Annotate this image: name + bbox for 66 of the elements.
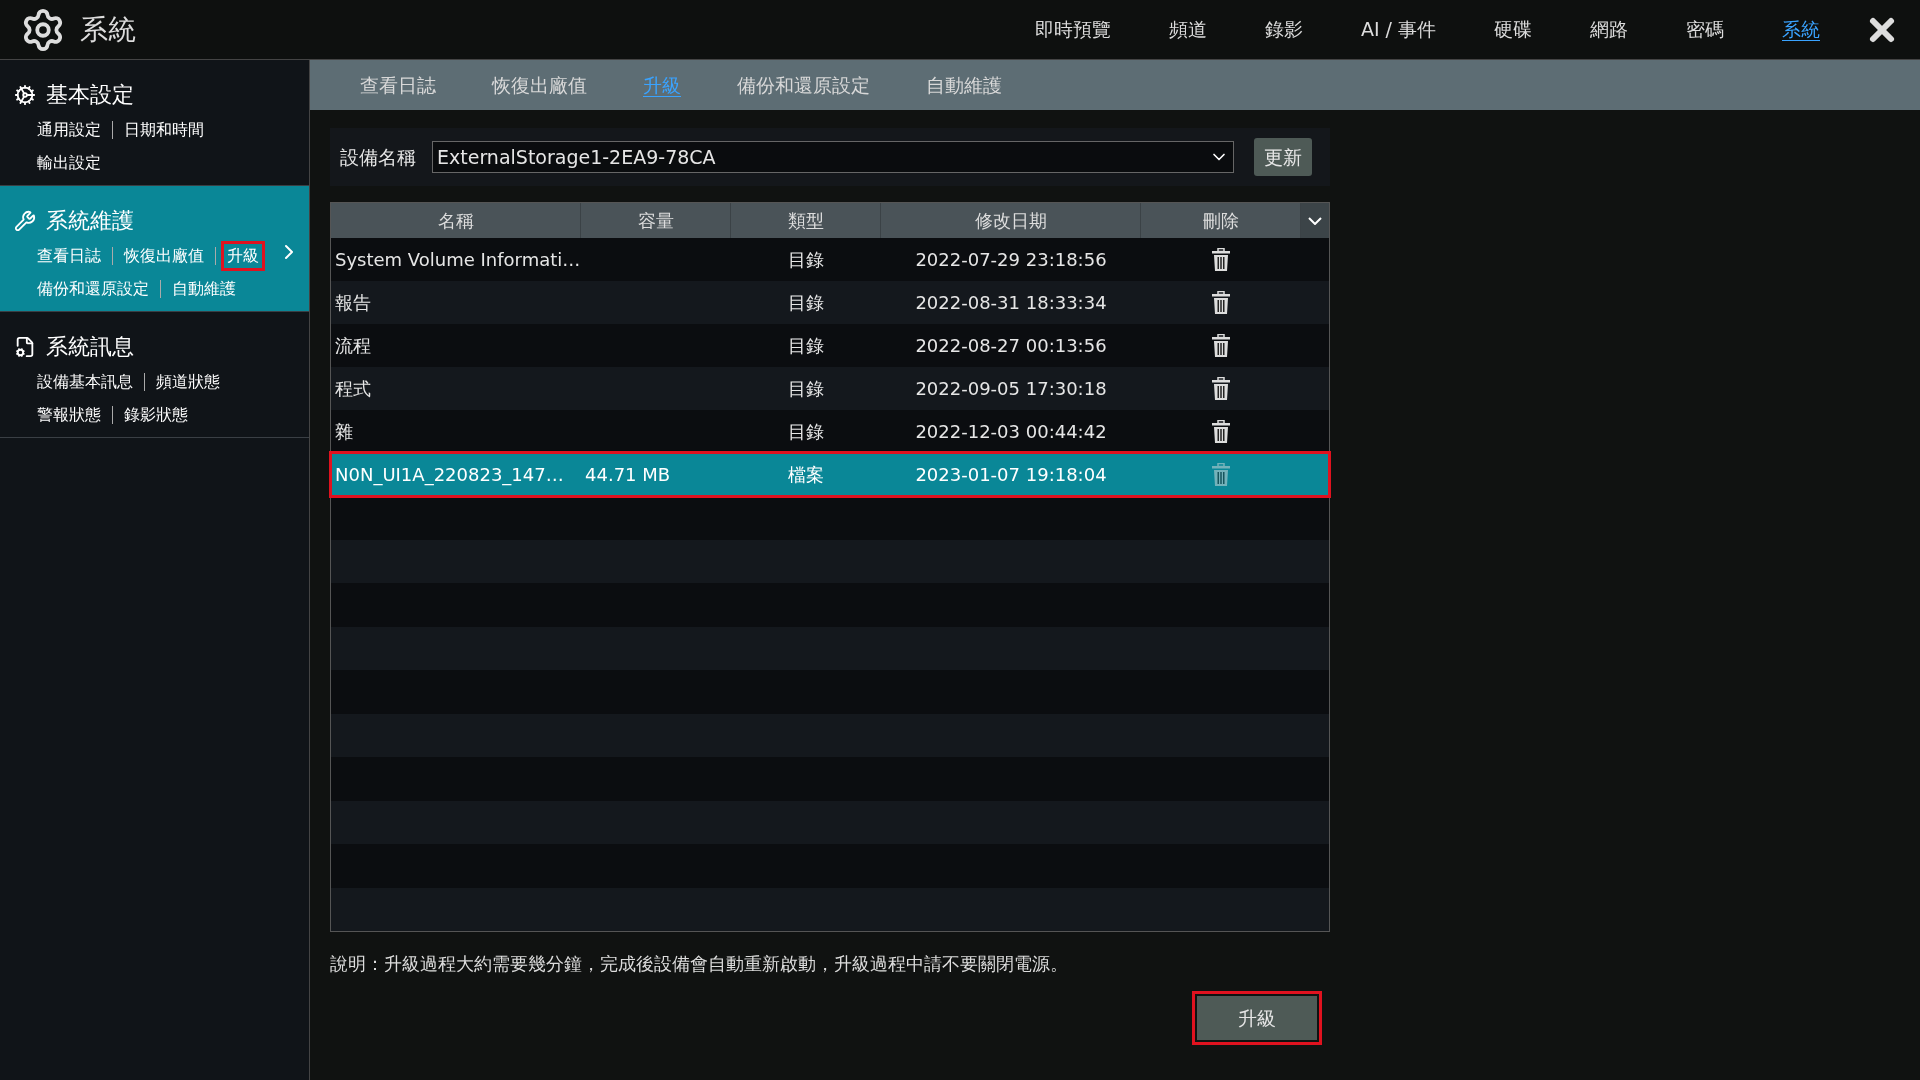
nav-tab[interactable]: 網路 [1586,15,1632,44]
sidebar-link[interactable]: 警報狀態 [34,403,104,427]
section-title: 系統維護 [46,207,134,235]
sidebar-link[interactable]: 通用設定 [34,118,104,142]
file-size: 44.71 MB [585,464,671,485]
table-row[interactable]: 程式 目錄 2022-09-05 17:30:18 [331,367,1329,410]
file-type: 目錄 [788,335,824,356]
nav-tab[interactable]: 系統 [1778,15,1824,44]
trash-icon[interactable] [1211,247,1231,272]
nav-tab[interactable]: 頻道 [1164,15,1211,44]
modified-date: 2022-07-29 23:18:56 [915,249,1107,270]
device-label: 設備名稱 [340,144,416,170]
trash-icon[interactable] [1211,290,1231,315]
file-type: 目錄 [788,249,824,270]
upgrade-button[interactable]: 升級 [1197,996,1317,1040]
sub-tab[interactable]: 查看日誌 [360,70,436,100]
trash-icon[interactable] [1211,376,1231,401]
chevron-down-icon [1308,216,1322,225]
column-menu[interactable] [1301,203,1329,238]
modified-date: 2023-01-07 19:18:04 [915,464,1107,485]
table-row[interactable]: N0N_UI1A_220823_147… 44.71 MB 檔案 2023-01-07 19:18:04 [331,453,1329,496]
file-type: 目錄 [788,378,824,399]
sidebar-link[interactable]: 輸出設定 [34,151,104,175]
sidebar-link[interactable]: 查看日誌 [34,244,104,268]
sub-tab[interactable]: 備份和還原設定 [737,70,870,100]
file-type: 目錄 [788,421,824,442]
sidebar-link[interactable]: 日期和時間 [121,118,207,142]
sidebar-link[interactable]: 設備基本訊息 [34,370,136,394]
file-type: 檔案 [788,464,824,485]
file-type: 目錄 [788,292,824,313]
sidebar-link[interactable]: 錄影狀態 [121,403,191,427]
nav-tab[interactable]: 密碼 [1682,15,1728,44]
sub-tab[interactable]: 自動維護 [926,70,1002,100]
section-title: 系統訊息 [46,333,134,361]
wrench-icon [14,209,36,232]
modified-date: 2022-08-31 18:33:34 [915,292,1107,313]
trash-icon[interactable] [1211,419,1231,444]
modified-date: 2022-12-03 00:44:42 [915,421,1107,442]
file-name: N0N_UI1A_220823_147… [335,464,564,485]
sidebar-link[interactable]: 備份和還原設定 [34,277,152,301]
sidebar-link[interactable]: 頻道狀態 [153,370,223,394]
sidebar-link[interactable]: 升級 [224,244,262,268]
gears-icon [14,83,36,106]
device-select[interactable]: ExternalStorage1-2EA9-78CA [432,141,1234,173]
file-name: 報告 [335,292,371,313]
sub-tab[interactable]: 恢復出廠值 [492,70,587,100]
modified-date: 2022-09-05 17:30:18 [915,378,1107,399]
file-name: 雜 [335,421,353,442]
refresh-button[interactable]: 更新 [1254,138,1312,176]
trash-icon[interactable] [1211,333,1231,358]
nav-tab[interactable]: 即時預覽 [1030,15,1115,44]
file-name: System Volume Informati… [335,249,581,270]
sidebar-link[interactable]: 自動維護 [169,277,239,301]
file-name: 流程 [335,335,371,356]
table-row[interactable]: 報告 目錄 2022-08-31 18:33:34 [331,281,1329,324]
nav-tab[interactable]: AI / 事件 [1356,15,1440,44]
upgrade-note: 說明：升級過程大約需要幾分鐘，完成後設備會自動重新啟動，升級過程中請不要關閉電源。 [330,952,1069,976]
modified-date: 2022-08-27 00:13:56 [915,335,1107,356]
sidebar-link[interactable]: 恢復出廠值 [121,244,207,268]
document-gear-icon [14,335,36,358]
section-title: 基本設定 [46,81,134,109]
app-title: 系統 [80,11,136,48]
file-name: 程式 [335,378,371,399]
sidebar-section[interactable]: 系統維護 查看日誌 恢復出廠值 升級 備份和還原設定 自動維護 [0,186,309,312]
nav-tab[interactable]: 錄影 [1260,15,1307,44]
nav-tab[interactable]: 硬碟 [1490,15,1536,44]
